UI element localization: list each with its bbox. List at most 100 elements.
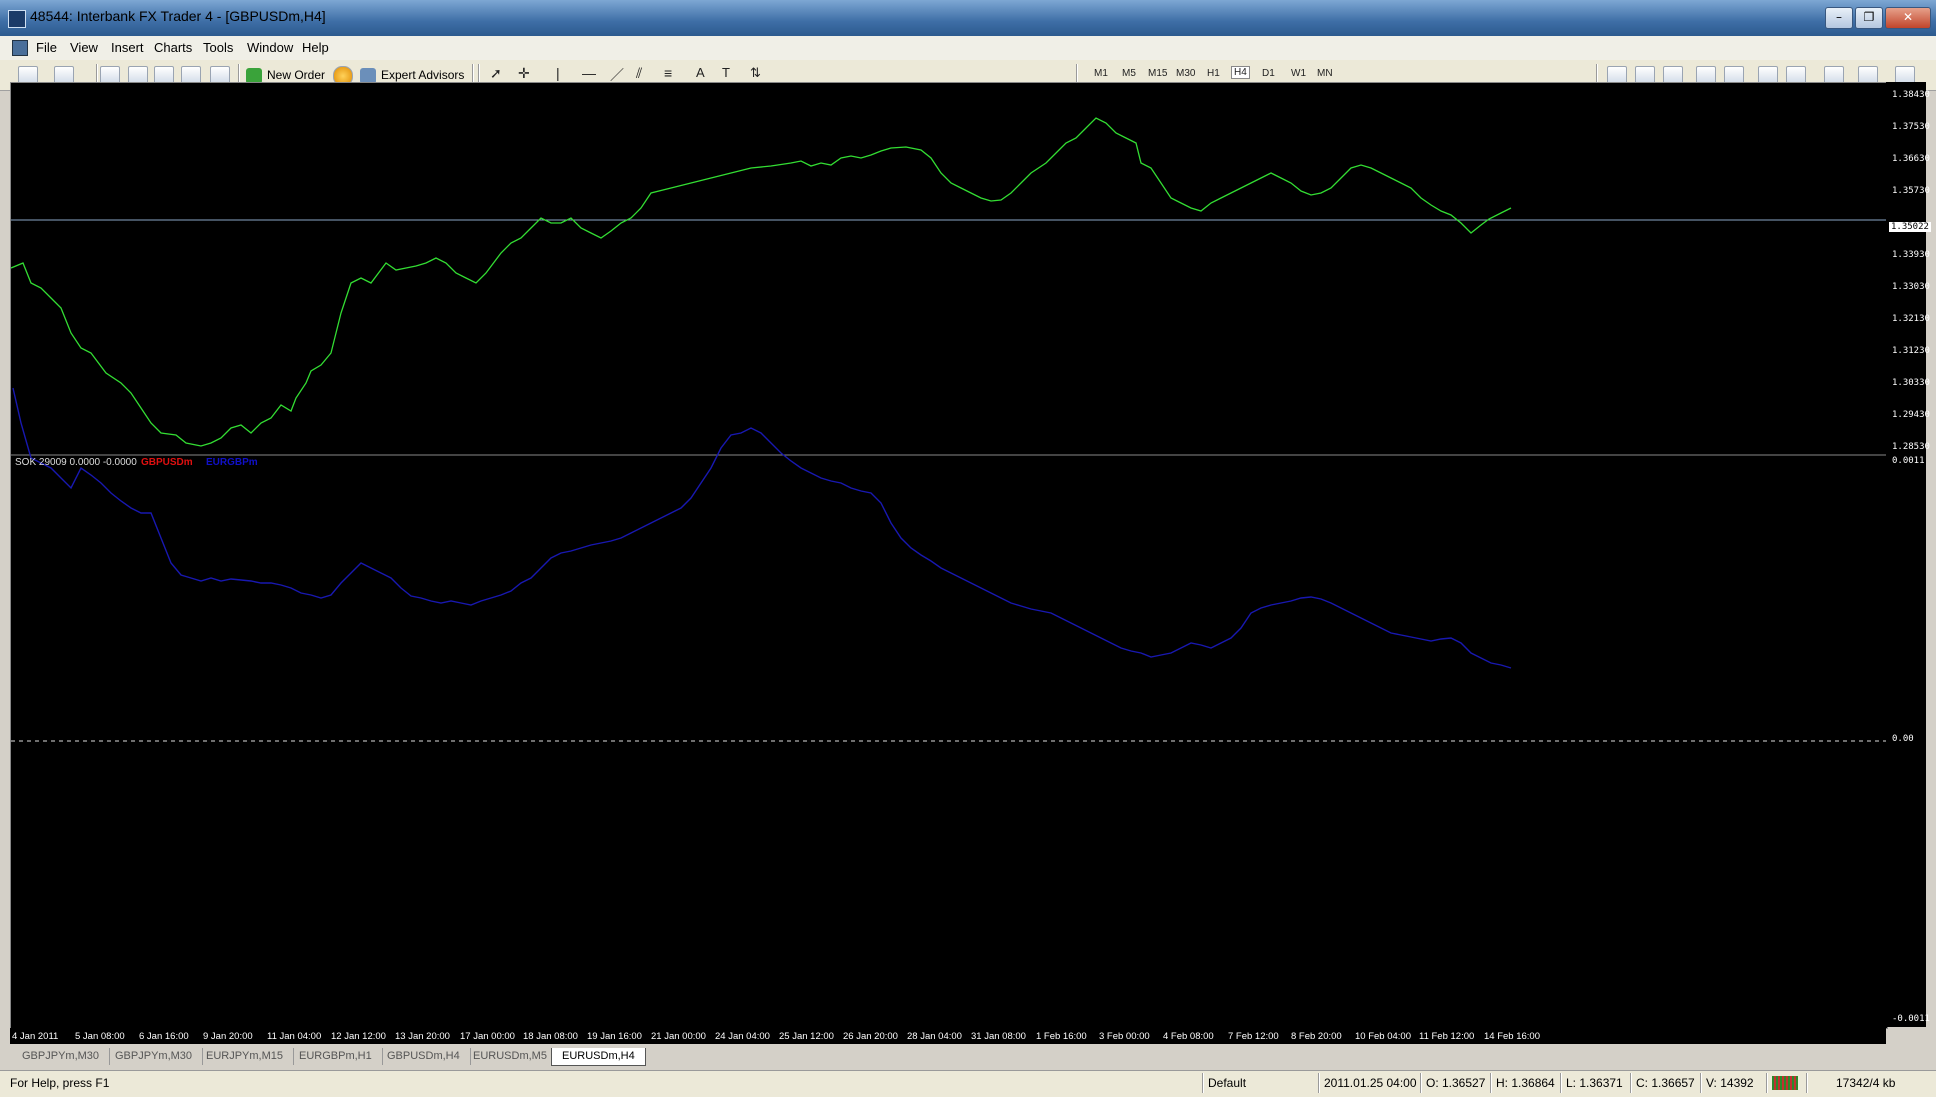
text-label-icon[interactable]: T xyxy=(722,65,730,80)
x-tick: 25 Jan 12:00 xyxy=(779,1031,834,1042)
indicator-series2-label: EURGBPm xyxy=(206,457,258,468)
status-high: H: 1.36864 xyxy=(1496,1076,1555,1090)
crosshair-icon[interactable]: ✛ xyxy=(518,65,530,82)
connection-status-icon[interactable] xyxy=(1772,1076,1798,1090)
x-tick: 24 Jan 04:00 xyxy=(715,1031,770,1042)
tf-m30[interactable]: M30 xyxy=(1176,68,1195,79)
chart-svg xyxy=(11,117,1887,742)
app-icon xyxy=(8,10,26,28)
text-icon[interactable]: A xyxy=(696,65,705,80)
tab-gbpjpym-m30[interactable]: GBPJPYm,M30 xyxy=(12,1048,111,1065)
x-tick: 6 Jan 16:00 xyxy=(139,1031,189,1042)
indicator-y-zero: 0.00 xyxy=(1892,734,1914,744)
y-tick: 1.33930 xyxy=(1892,250,1930,260)
fibonacci-icon[interactable]: ≡ xyxy=(664,65,672,81)
status-profile[interactable]: Default xyxy=(1208,1076,1246,1090)
menu-bar: File View Insert Charts Tools Window Hel… xyxy=(0,36,1936,92)
x-tick: 26 Jan 20:00 xyxy=(843,1031,898,1042)
status-help: For Help, press F1 xyxy=(10,1076,110,1090)
menu-help[interactable]: Help xyxy=(302,40,329,55)
tab-eurjpym-m15[interactable]: EURJPYm,M15 xyxy=(196,1048,295,1065)
y-tick: 1.28530 xyxy=(1892,442,1930,452)
indicator-y-top: 0.0011 xyxy=(1892,456,1925,466)
tab-gbpjpym-m30-2[interactable]: GBPJPYm,M30 xyxy=(105,1048,204,1065)
document-icon xyxy=(12,40,28,56)
tab-eurgbpm-h1[interactable]: EURGBPm,H1 xyxy=(289,1048,383,1065)
x-tick: 11 Feb 12:00 xyxy=(1419,1031,1475,1042)
arrows-icon[interactable]: ⇅ xyxy=(750,65,761,81)
chart-area[interactable]: SOK 29009 0.0000 -0.0000 GBPUSDm EURGBPm xyxy=(10,82,1888,1029)
status-close: C: 1.36657 xyxy=(1636,1076,1695,1090)
y-tick: 1.29430 xyxy=(1892,410,1930,420)
tf-h1[interactable]: H1 xyxy=(1207,68,1220,79)
current-price-label: 1.35022 xyxy=(1889,222,1931,232)
status-traffic: 17342/4 kb xyxy=(1836,1076,1896,1090)
tab-eurusdm-m5[interactable]: EURUSDm,M5 xyxy=(463,1048,558,1065)
status-open: O: 1.36527 xyxy=(1426,1076,1486,1090)
x-tick: 5 Jan 08:00 xyxy=(75,1031,125,1042)
channel-icon[interactable]: ⫽ xyxy=(636,65,642,82)
status-bar: For Help, press F1 Default 2011.01.25 04… xyxy=(0,1070,1936,1097)
chart-tabs: GBPJPYm,M30 GBPJPYm,M30 EURJPYm,M15 EURG… xyxy=(0,1047,1936,1067)
x-tick: 1 Feb 16:00 xyxy=(1036,1031,1087,1042)
indicator-y-bottom: -0.0011 xyxy=(1892,1014,1930,1024)
restore-button[interactable]: ❐ xyxy=(1855,7,1883,29)
x-tick: 10 Feb 04:00 xyxy=(1355,1031,1411,1042)
x-tick: 31 Jan 08:00 xyxy=(971,1031,1026,1042)
menu-insert[interactable]: Insert xyxy=(111,40,144,55)
expert-advisors-label: Expert Advisors xyxy=(381,68,465,82)
x-tick: 8 Feb 20:00 xyxy=(1291,1031,1342,1042)
menu-view[interactable]: View xyxy=(70,40,98,55)
tab-gbpusdm-h4[interactable]: GBPUSDm,H4 xyxy=(377,1048,471,1065)
x-tick: 11 Jan 04:00 xyxy=(267,1031,322,1042)
window-title: 48544: Interbank FX Trader 4 - [GBPUSDm,… xyxy=(30,8,326,24)
menu-tools[interactable]: Tools xyxy=(203,40,233,55)
status-volume: V: 14392 xyxy=(1706,1076,1754,1090)
y-tick: 1.36630 xyxy=(1892,154,1930,164)
status-low: L: 1.36371 xyxy=(1566,1076,1623,1090)
cursor-icon[interactable]: ➚ xyxy=(490,65,502,82)
x-tick: 4 Jan 2011 xyxy=(12,1031,59,1042)
x-tick: 9 Jan 20:00 xyxy=(203,1031,253,1042)
horizontal-line-icon[interactable]: — xyxy=(582,65,596,81)
x-tick: 3 Feb 00:00 xyxy=(1099,1031,1150,1042)
menu-file[interactable]: File xyxy=(36,40,57,55)
status-datetime: 2011.01.25 04:00 xyxy=(1324,1076,1417,1090)
tf-m5[interactable]: M5 xyxy=(1122,68,1136,79)
y-tick: 1.38430 xyxy=(1892,90,1930,100)
y-axis: 1.38430 1.37530 1.36630 1.35730 1.35022 … xyxy=(1886,82,1931,1027)
vertical-line-icon[interactable]: | xyxy=(556,65,560,81)
indicator-series1-label: GBPUSDm xyxy=(141,457,193,468)
x-tick: 7 Feb 12:00 xyxy=(1228,1031,1279,1042)
x-tick: 19 Jan 16:00 xyxy=(587,1031,642,1042)
menu-charts[interactable]: Charts xyxy=(154,40,192,55)
y-tick: 1.35730 xyxy=(1892,186,1930,196)
menu-window[interactable]: Window xyxy=(247,40,293,55)
x-tick: 13 Jan 20:00 xyxy=(395,1031,450,1042)
minimize-button[interactable]: – xyxy=(1825,7,1853,29)
tf-w1[interactable]: W1 xyxy=(1291,68,1306,79)
tf-d1[interactable]: D1 xyxy=(1262,68,1275,79)
y-tick: 1.30330 xyxy=(1892,378,1930,388)
title-bar: 48544: Interbank FX Trader 4 - [GBPUSDm,… xyxy=(0,0,1936,36)
tf-m1[interactable]: M1 xyxy=(1094,68,1108,79)
y-tick: 1.33030 xyxy=(1892,282,1930,292)
x-tick: 14 Feb 16:00 xyxy=(1484,1031,1540,1042)
tf-h4[interactable]: H4 xyxy=(1231,66,1250,79)
x-tick: 4 Feb 08:00 xyxy=(1163,1031,1214,1042)
y-tick: 1.32130 xyxy=(1892,314,1930,324)
x-tick: 21 Jan 00:00 xyxy=(651,1031,706,1042)
new-order-label: New Order xyxy=(267,68,326,82)
indicator-header: SOK 29009 0.0000 -0.0000 xyxy=(15,457,137,468)
tf-m15[interactable]: M15 xyxy=(1148,68,1167,79)
x-tick: 17 Jan 00:00 xyxy=(460,1031,515,1042)
close-button[interactable]: ✕ xyxy=(1885,7,1931,29)
price-line xyxy=(11,117,1512,447)
tf-mn[interactable]: MN xyxy=(1317,68,1333,79)
tab-eurusdm-h4[interactable]: EURUSDm,H4 xyxy=(551,1048,646,1066)
y-tick: 1.37530 xyxy=(1892,122,1930,132)
indicator-line xyxy=(12,387,1512,669)
x-tick: 28 Jan 04:00 xyxy=(907,1031,962,1042)
x-tick: 18 Jan 08:00 xyxy=(523,1031,578,1042)
x-tick: 12 Jan 12:00 xyxy=(331,1031,386,1042)
